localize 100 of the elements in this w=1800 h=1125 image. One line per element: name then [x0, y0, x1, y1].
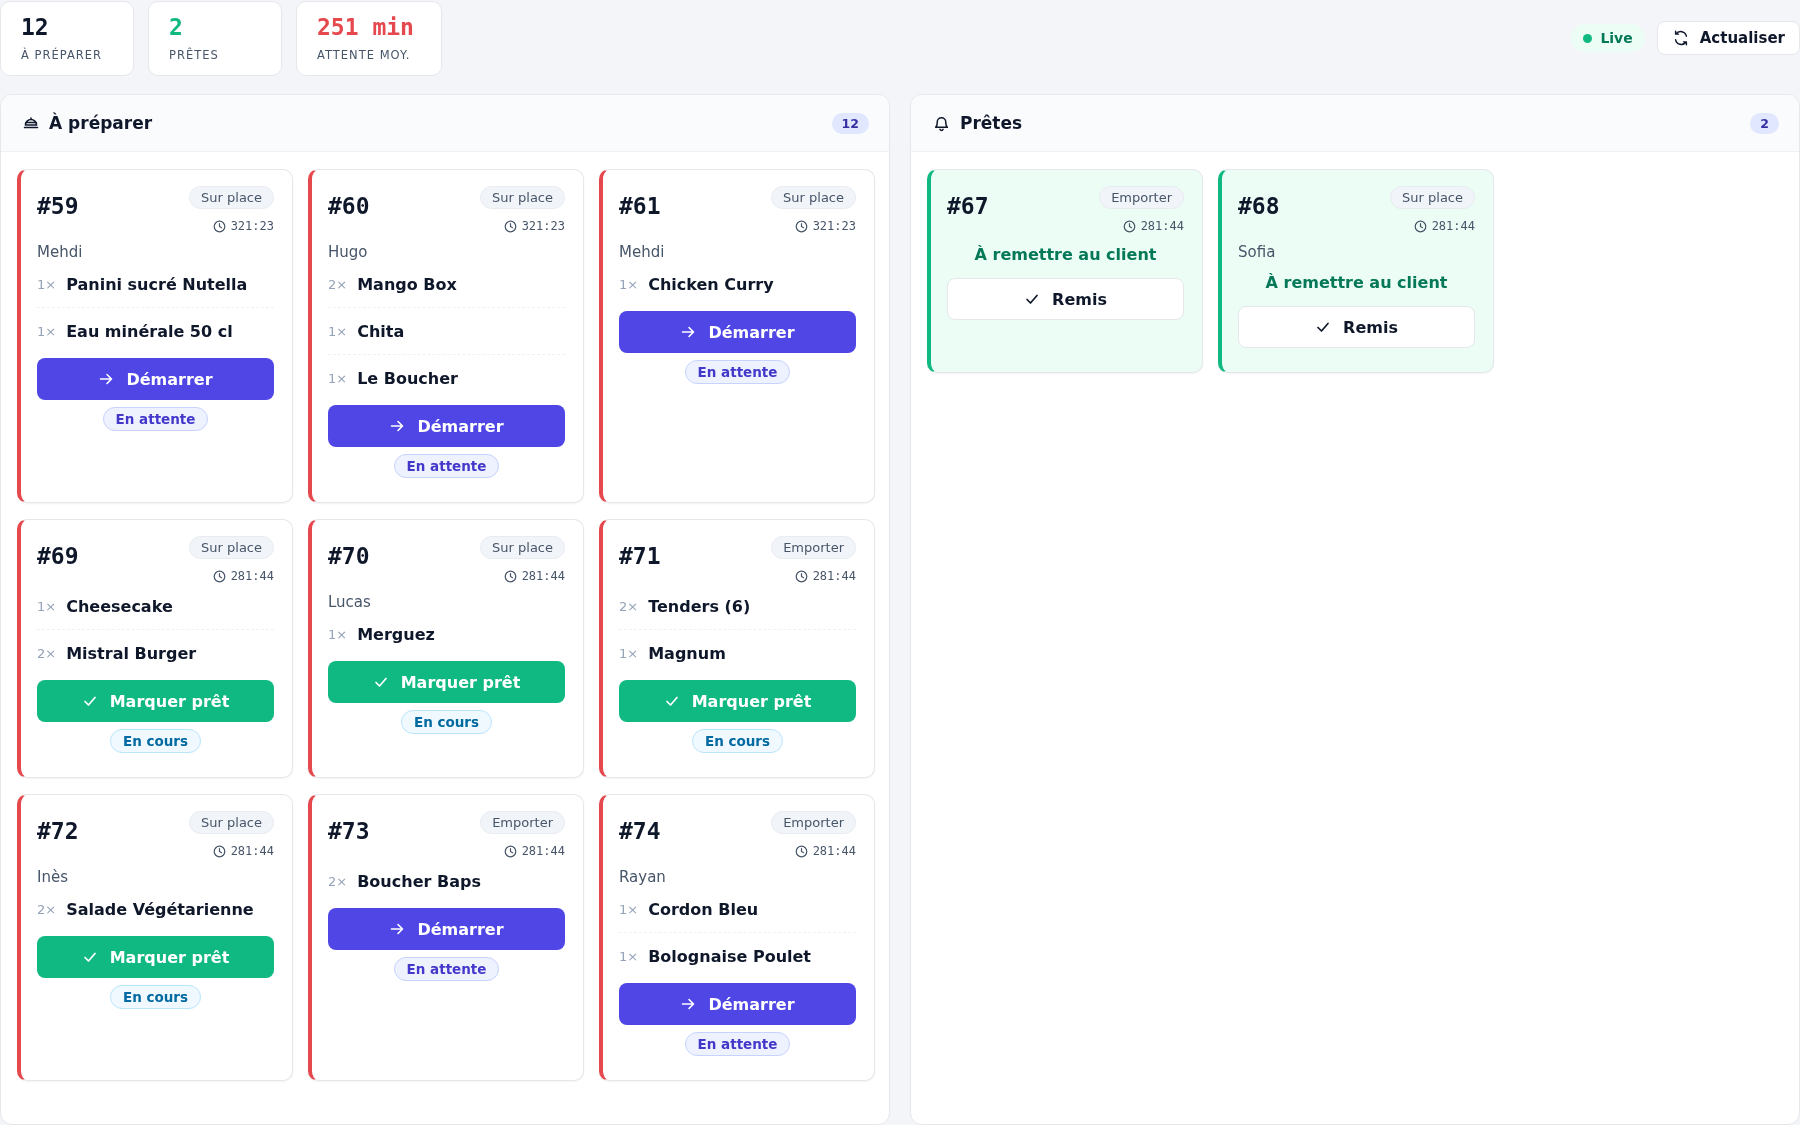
elapsed-time: 281:44: [812, 844, 856, 858]
item-name: Le Boucher: [357, 368, 458, 388]
arrow-icon: [98, 371, 115, 387]
item-quantity: 1×: [328, 323, 348, 339]
start-button[interactable]: Démarrer: [37, 358, 274, 400]
order-number: #59: [37, 193, 79, 219]
clock-icon: [503, 569, 517, 583]
status-badge: En attente: [393, 957, 500, 981]
handed-over-button[interactable]: Remis: [1238, 306, 1475, 348]
order-number: #61: [619, 193, 661, 219]
item-name: Magnum: [648, 643, 726, 663]
order-number: #69: [37, 543, 79, 569]
service-badge: Emporter: [1099, 186, 1184, 209]
count-badge: 12: [831, 112, 869, 134]
item-quantity: 1×: [619, 276, 639, 292]
order-number: #74: [619, 818, 661, 844]
status-badge: En cours: [109, 729, 202, 753]
service-badge: Sur place: [480, 186, 565, 209]
elapsed-time: 321:23: [230, 219, 274, 233]
item-quantity: 2×: [37, 901, 57, 917]
item-quantity: 1×: [37, 323, 57, 339]
clock-icon: [794, 569, 808, 583]
item-name: Chicken Curry: [648, 274, 774, 294]
service-badge: Sur place: [771, 186, 856, 209]
service-badge: Emporter: [771, 811, 856, 834]
status-badge: En attente: [102, 407, 209, 431]
live-indicator: Live: [1571, 24, 1645, 52]
stat-value: 251 min: [317, 13, 415, 40]
start-button[interactable]: Démarrer: [619, 983, 856, 1025]
handover-message: À remettre au client: [973, 245, 1158, 264]
elapsed-time: 321:23: [812, 219, 856, 233]
service-badge: Emporter: [771, 536, 856, 559]
elapsed-time: 321:23: [521, 219, 565, 233]
elapsed-time: 281:44: [521, 569, 565, 583]
clock-icon: [503, 219, 517, 233]
clock-icon: [1413, 219, 1427, 233]
stat-label: À PRÉPARER: [21, 47, 104, 62]
clock-icon: [503, 844, 517, 858]
item-name: Mistral Burger: [66, 643, 197, 663]
stat-label: ATTENTE MOY.: [317, 47, 412, 62]
clock-icon: [1122, 219, 1136, 233]
refresh-button[interactable]: Actualiser: [1656, 21, 1800, 55]
customer-name: Hugo: [328, 243, 369, 261]
clock-icon: [212, 844, 226, 858]
item-quantity: 1×: [328, 626, 348, 642]
count-badge: 2: [1750, 112, 1779, 134]
item-name: Bolognaise Poulet: [648, 946, 811, 966]
item-quantity: 2×: [37, 645, 57, 661]
order-number: #60: [328, 193, 370, 219]
arrow-icon: [389, 921, 406, 937]
status-badge: En attente: [684, 360, 791, 384]
order-number: #68: [1238, 193, 1280, 219]
elapsed-time: 281:44: [230, 844, 274, 858]
item-name: Merguez: [357, 624, 435, 644]
bell-icon: [933, 114, 950, 132]
handed-over-button[interactable]: Remis: [947, 278, 1184, 320]
status-badge: En cours: [691, 729, 784, 753]
arrow-icon: [389, 418, 406, 434]
item-quantity: 2×: [619, 598, 639, 614]
customer-name: Sofia: [1238, 243, 1277, 261]
start-button[interactable]: Démarrer: [619, 311, 856, 353]
status-badge: En attente: [684, 1032, 791, 1056]
service-badge: Sur place: [189, 186, 274, 209]
start-button[interactable]: Démarrer: [328, 405, 565, 447]
stat-value: 12: [21, 13, 50, 40]
item-name: Tenders (6): [648, 596, 751, 616]
clock-icon: [794, 219, 808, 233]
service-badge: Sur place: [189, 811, 274, 834]
service-badge: Sur place: [480, 536, 565, 559]
item-name: Panini sucré Nutella: [66, 274, 248, 294]
item-name: Boucher Baps: [357, 871, 481, 891]
service-badge: Sur place: [189, 536, 274, 559]
panel-title: Prêtes: [960, 113, 1024, 133]
elapsed-time: 281:44: [1431, 219, 1475, 233]
item-name: Mango Box: [357, 274, 457, 294]
item-quantity: 2×: [328, 276, 348, 292]
elapsed-time: 281:44: [1140, 219, 1184, 233]
customer-name: Mehdi: [619, 243, 666, 261]
clock-icon: [212, 569, 226, 583]
item-name: Cheesecake: [66, 596, 173, 616]
panel-title: À préparer: [49, 113, 154, 133]
order-number: #71: [619, 543, 661, 569]
service-badge: Sur place: [1390, 186, 1475, 209]
item-quantity: 1×: [619, 901, 639, 917]
customer-name: Lucas: [328, 593, 372, 611]
stat-label: PRÊTES: [169, 47, 220, 62]
item-quantity: 1×: [619, 645, 639, 661]
clock-icon: [212, 219, 226, 233]
service-badge: Emporter: [480, 811, 565, 834]
item-quantity: 1×: [328, 370, 348, 386]
order-number: #70: [328, 543, 370, 569]
item-quantity: 1×: [37, 276, 57, 292]
arrow-icon: [680, 996, 697, 1012]
elapsed-time: 281:44: [521, 844, 565, 858]
order-number: #73: [328, 818, 370, 844]
item-name: Eau minérale 50 cl: [66, 321, 233, 341]
status-badge: En attente: [393, 454, 500, 478]
order-number: #72: [37, 818, 79, 844]
item-name: Salade Végétarienne: [66, 899, 254, 919]
start-button[interactable]: Démarrer: [328, 908, 565, 950]
